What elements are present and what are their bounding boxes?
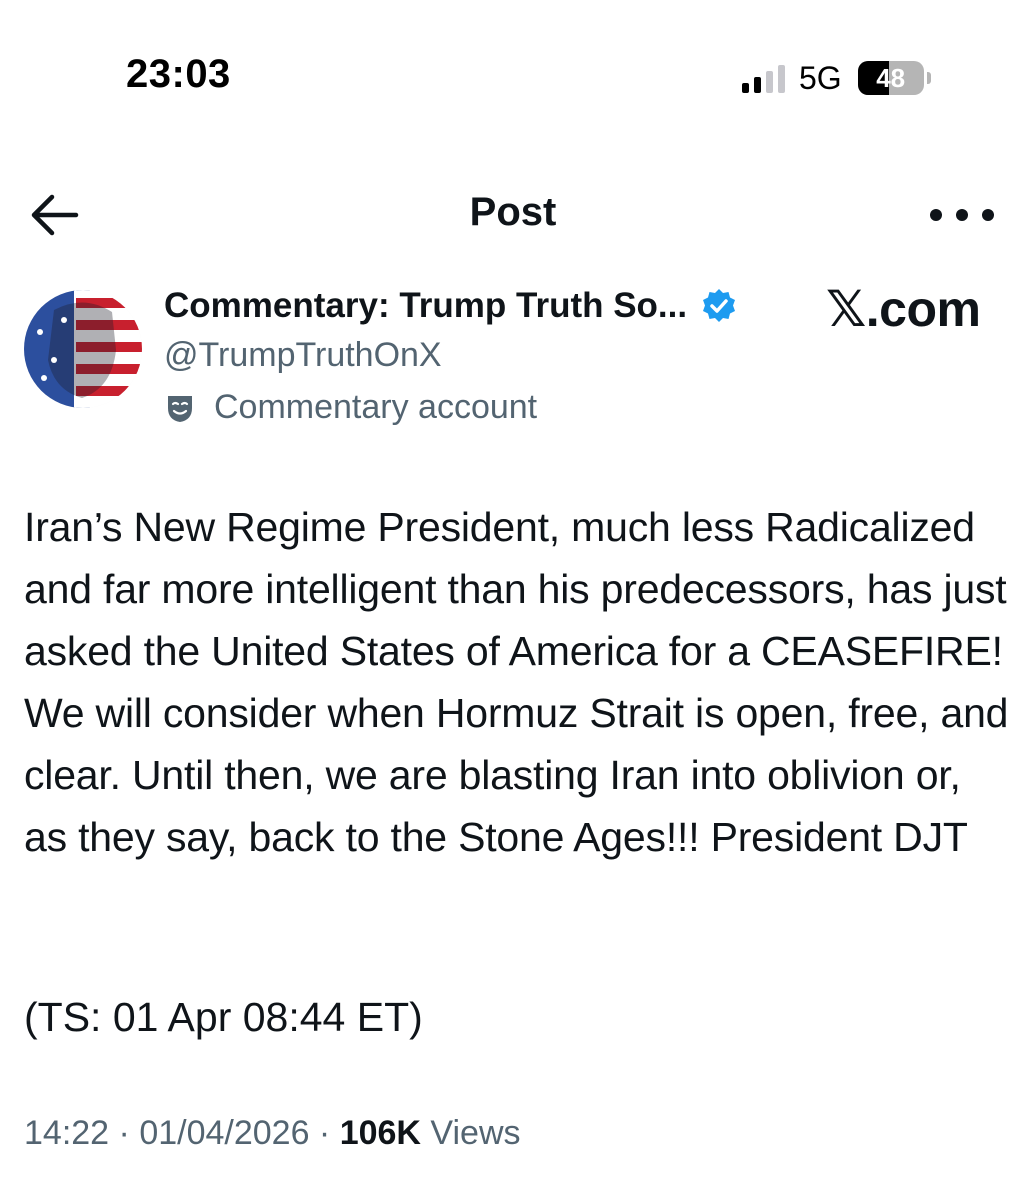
page-title: Post	[469, 190, 557, 234]
verified-badge-icon	[703, 289, 736, 322]
signal-icon	[742, 63, 785, 93]
more-options-button[interactable]	[930, 206, 994, 224]
battery-icon: 48	[857, 61, 924, 95]
post-text: Iran’s New Regime President, much less R…	[24, 504, 1020, 860]
author-handle[interactable]: @TrumpTruthOnX	[164, 336, 442, 375]
flag-face-avatar-icon	[24, 290, 142, 408]
more-dot	[956, 209, 968, 221]
meta-separator: ·	[109, 1114, 140, 1152]
meta-separator: ·	[309, 1114, 340, 1152]
post-screen: 23:03 5G 48 Post Commentary: Trump Truth…	[0, 0, 1026, 1200]
x-com-watermark: 𝕏.com	[826, 281, 981, 337]
post-timestamp-note: (TS: 01 Apr 08:44 ET)	[24, 994, 423, 1040]
battery-level: 48	[876, 62, 906, 93]
display-name[interactable]: Commentary: Trump Truth So...	[164, 286, 687, 326]
more-dot	[982, 209, 994, 221]
battery-cap	[926, 72, 931, 84]
account-label: Commentary account	[214, 388, 538, 426]
post-meta: 14:22 · 01/04/2026 · 106K Views	[24, 1114, 521, 1153]
account-label-row: Commentary account	[164, 388, 537, 427]
post-time[interactable]: 14:22	[24, 1114, 109, 1152]
post-date[interactable]: 01/04/2026	[139, 1114, 309, 1152]
views-label[interactable]: Views	[421, 1114, 520, 1152]
more-dot	[930, 209, 942, 221]
status-indicators: 5G 48	[742, 58, 931, 98]
display-name-row: Commentary: Trump Truth So...	[164, 286, 737, 326]
avatar[interactable]	[24, 290, 142, 408]
views-count[interactable]: 106K	[340, 1114, 421, 1152]
network-type: 5G	[799, 59, 842, 96]
status-time: 23:03	[126, 52, 231, 96]
mask-icon	[168, 395, 192, 422]
